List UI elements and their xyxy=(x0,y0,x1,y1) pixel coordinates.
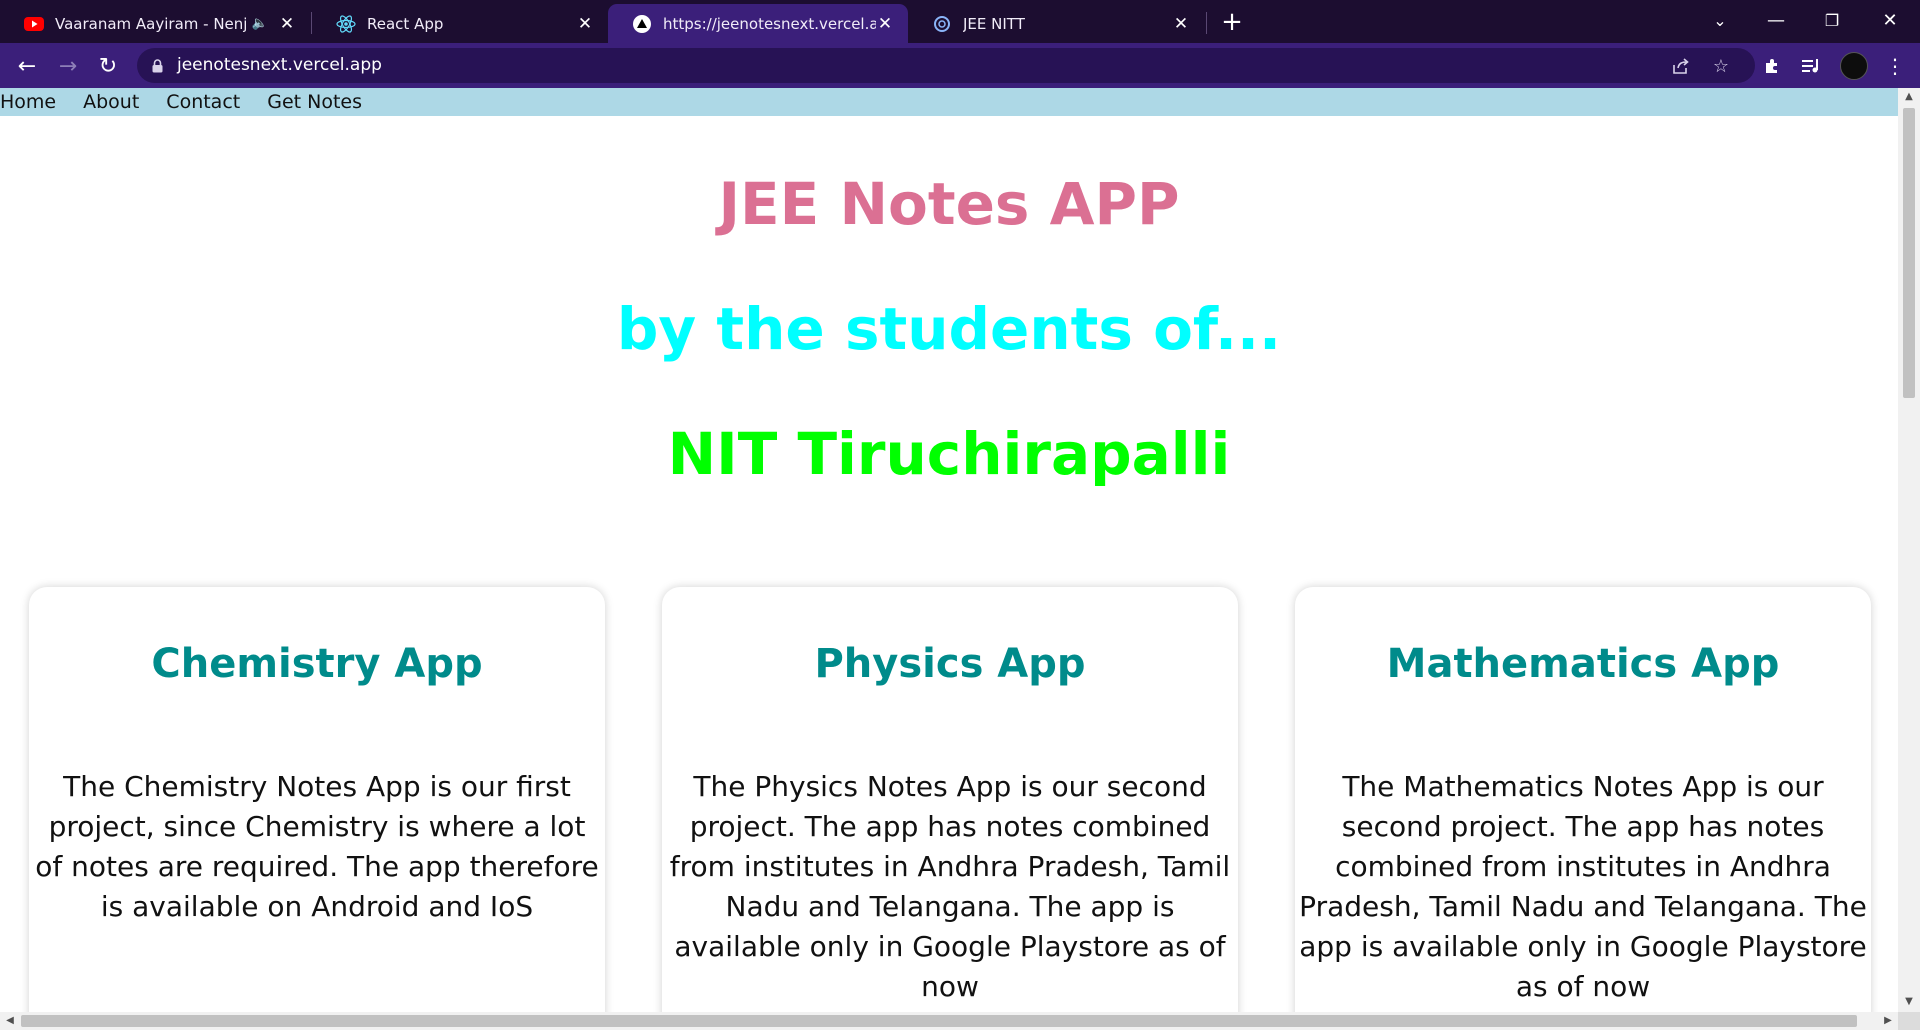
share-icon[interactable] xyxy=(1669,54,1693,78)
card-title: Chemistry App xyxy=(151,641,483,687)
vertical-scroll-thumb[interactable] xyxy=(1903,108,1915,398)
nav-link-home[interactable]: Home xyxy=(0,91,56,113)
tab-search-button[interactable]: ⌄ xyxy=(1692,0,1748,40)
tab-jee-nitt[interactable]: JEE NITT ✕ xyxy=(908,4,1204,43)
tab-title: JEE NITT xyxy=(963,14,1025,33)
close-icon[interactable]: ✕ xyxy=(876,14,894,34)
page-title: JEE Notes APP xyxy=(718,170,1180,238)
lock-icon[interactable] xyxy=(152,58,163,77)
youtube-icon xyxy=(24,14,44,34)
tab-jeenotesnext[interactable]: https://jeenotesnext.vercel.app ✕ xyxy=(608,4,908,43)
site-nav: Home About Contact Get Notes xyxy=(0,88,1898,116)
horizontal-scrollbar[interactable]: ◀ ▶ xyxy=(0,1012,1898,1030)
minimize-button[interactable]: — xyxy=(1748,0,1804,40)
horizontal-scroll-thumb[interactable] xyxy=(21,1015,1857,1027)
card-title: Physics App xyxy=(814,641,1086,687)
physics-card: Physics App The Physics Notes App is our… xyxy=(662,587,1238,1012)
window-close-button[interactable]: ✕ xyxy=(1862,0,1918,40)
scroll-left-arrow[interactable]: ◀ xyxy=(4,1015,16,1027)
tab-react-app[interactable]: React App ✕ xyxy=(312,4,608,43)
card-description: The Physics Notes App is our second proj… xyxy=(669,770,1231,1003)
tab-youtube[interactable]: Vaaranam Aayiram - Nenjukk 🔈 ✕ xyxy=(0,4,310,43)
card-title: Mathematics App xyxy=(1386,641,1780,687)
scroll-up-arrow[interactable]: ▲ xyxy=(1903,91,1915,103)
tab-title: React App xyxy=(367,14,444,33)
card-description: The Chemistry Notes App is our first pro… xyxy=(35,770,599,923)
forward-button[interactable]: → xyxy=(52,50,84,82)
tab-title: https://jeenotesnext.vercel.app xyxy=(663,14,876,33)
page-subtitle: by the students of... xyxy=(616,295,1282,363)
react-icon xyxy=(336,14,356,34)
card-description: The Mathematics Notes App is our second … xyxy=(1299,770,1867,1003)
scroll-right-arrow[interactable]: ▶ xyxy=(1882,1015,1894,1027)
close-icon[interactable]: ✕ xyxy=(576,14,594,34)
institute-heading: NIT Tiruchirapalli xyxy=(667,420,1231,488)
new-tab-button[interactable]: + xyxy=(1218,7,1246,37)
back-button[interactable]: ← xyxy=(11,50,43,82)
menu-icon[interactable]: ⋮ xyxy=(1882,53,1908,79)
tab-separator xyxy=(1206,12,1207,34)
tab-strip: Vaaranam Aayiram - Nenjukk 🔈 ✕ React App… xyxy=(0,0,1920,43)
vertical-scrollbar[interactable]: ▲ ▼ xyxy=(1898,88,1920,1012)
restore-button[interactable]: ❐ xyxy=(1804,0,1860,40)
extensions-icon[interactable] xyxy=(1759,53,1785,79)
address-bar[interactable]: jeenotesnext.vercel.app ☆ xyxy=(137,48,1755,83)
close-icon[interactable]: ✕ xyxy=(1172,14,1190,34)
loading-icon xyxy=(932,14,952,34)
scrollbar-corner xyxy=(1898,1012,1920,1030)
nav-link-about[interactable]: About xyxy=(83,91,139,113)
scroll-down-arrow[interactable]: ▼ xyxy=(1903,996,1915,1008)
star-icon[interactable]: ☆ xyxy=(1709,54,1733,78)
media-control-icon[interactable] xyxy=(1799,53,1825,79)
profile-avatar[interactable] xyxy=(1840,52,1868,80)
vercel-icon xyxy=(632,14,652,34)
tab-title: Vaaranam Aayiram - Nenjukk xyxy=(55,14,246,33)
page-viewport: Home About Contact Get Notes JEE Notes A… xyxy=(0,88,1898,1012)
nav-link-contact[interactable]: Contact xyxy=(166,91,240,113)
nav-link-get-notes[interactable]: Get Notes xyxy=(267,91,362,113)
chemistry-card: Chemistry App The Chemistry Notes App is… xyxy=(29,587,605,1012)
speaker-icon[interactable]: 🔈 xyxy=(252,16,268,31)
browser-toolbar: ← → ↻ jeenotesnext.vercel.app ☆ ⋮ xyxy=(0,43,1920,88)
reload-button[interactable]: ↻ xyxy=(92,50,124,82)
url-text[interactable]: jeenotesnext.vercel.app xyxy=(177,55,382,75)
close-icon[interactable]: ✕ xyxy=(278,14,296,34)
mathematics-card: Mathematics App The Mathematics Notes Ap… xyxy=(1295,587,1871,1012)
